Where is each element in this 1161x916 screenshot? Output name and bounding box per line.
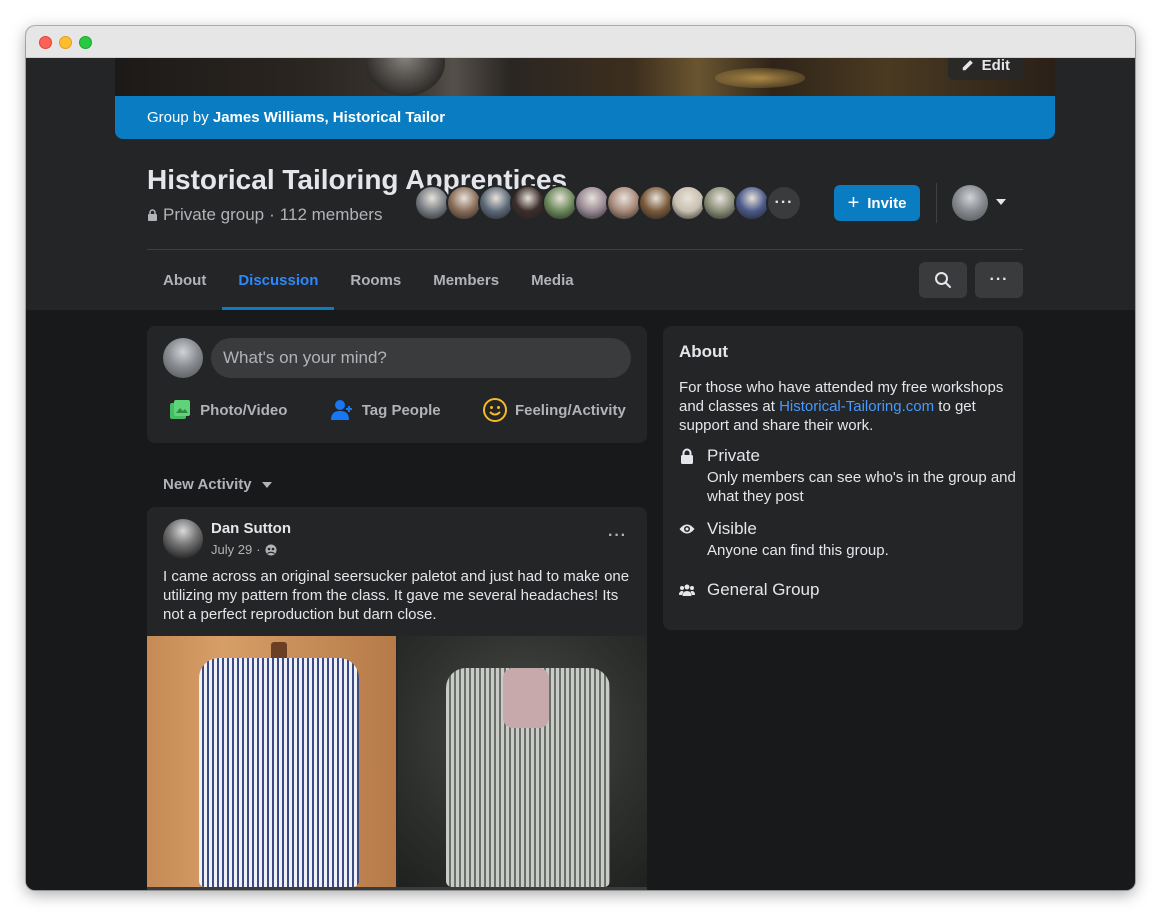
member-avatar[interactable] xyxy=(638,185,674,221)
invite-label: Invite xyxy=(867,194,907,212)
more-icon: ··· xyxy=(989,271,1009,288)
member-avatar[interactable] xyxy=(574,185,610,221)
avatar[interactable] xyxy=(163,338,203,378)
about-visible: Visible Anyone can find this group. xyxy=(679,519,889,560)
feeling-activity-label: Feeling/Activity xyxy=(514,401,626,419)
member-avatar[interactable] xyxy=(702,185,738,221)
tag-people-label: Tag People xyxy=(361,401,441,419)
member-avatar-stack[interactable]: ··· xyxy=(414,185,802,221)
post-date-separator: · xyxy=(256,542,261,557)
feed-post: Dan Sutton July 29 · ··· I came across a… xyxy=(147,507,647,890)
private-title: Private xyxy=(707,446,760,465)
visible-title: Visible xyxy=(707,519,757,538)
more-members-button[interactable]: ··· xyxy=(766,185,802,221)
visible-subtitle: Anyone can find this group. xyxy=(707,542,889,559)
group-by-prefix: Group by xyxy=(147,109,209,126)
member-avatar[interactable] xyxy=(478,185,514,221)
post-meta: July 29 · xyxy=(211,542,277,557)
header-divider xyxy=(936,183,937,223)
tab-discussion[interactable]: Discussion xyxy=(222,258,335,310)
cover-photo-highlight xyxy=(715,68,805,88)
post-photo[interactable] xyxy=(398,636,647,887)
group-tabs: About Discussion Rooms Members Media xyxy=(147,258,590,310)
member-avatar[interactable] xyxy=(542,185,578,221)
tab-members[interactable]: Members xyxy=(417,258,515,310)
photo-icon xyxy=(170,400,191,419)
general-group-title: General Group xyxy=(707,580,820,599)
post-photos xyxy=(147,636,647,887)
seersucker-jacket xyxy=(199,658,359,887)
people-icon xyxy=(679,584,695,596)
post-body: I came across an original seersucker pal… xyxy=(163,568,630,623)
feeling-icon xyxy=(482,398,507,422)
lock-icon xyxy=(681,448,693,464)
search-icon xyxy=(935,272,951,288)
group-member-count[interactable]: 112 members xyxy=(280,205,383,225)
more-options-button[interactable]: ··· xyxy=(975,262,1023,298)
tabs-divider xyxy=(147,249,1023,250)
group-meta: Private group · 112 members xyxy=(147,205,382,225)
about-card: About For those who have attended my fre… xyxy=(663,326,1023,630)
member-avatar[interactable] xyxy=(446,185,482,221)
edit-cover-label: Edit xyxy=(981,58,1010,74)
meta-separator: · xyxy=(269,205,275,224)
about-heading: About xyxy=(679,342,729,361)
chevron-down-icon[interactable] xyxy=(996,199,1006,205)
eye-icon xyxy=(679,524,695,534)
member-avatar[interactable] xyxy=(606,185,642,221)
browser-window: Edit Group by James Williams, Historical… xyxy=(26,26,1135,890)
invite-button[interactable]: + Invite xyxy=(834,185,920,221)
search-button[interactable] xyxy=(919,262,967,298)
tab-about[interactable]: About xyxy=(147,258,222,310)
group-by-banner: Group by James Williams, Historical Tail… xyxy=(115,96,1055,139)
website-link[interactable]: Historical-Tailoring.com xyxy=(779,398,934,415)
photo-video-label: Photo/Video xyxy=(200,401,288,419)
feed-sort-dropdown[interactable]: New Activity xyxy=(163,476,272,493)
post-date[interactable]: July 29 xyxy=(211,542,252,557)
about-description: For those who have attended my free work… xyxy=(679,378,1009,435)
group-privacy[interactable]: Private group xyxy=(163,205,264,225)
feed-sort-label: New Activity xyxy=(163,476,252,493)
close-window-button[interactable] xyxy=(39,36,52,49)
cover-photo: Edit xyxy=(115,58,1055,96)
about-private: Private Only members can see who's in th… xyxy=(679,446,1023,506)
lock-icon xyxy=(148,209,157,221)
member-avatar[interactable] xyxy=(670,185,706,221)
tag-people-button[interactable]: Tag People xyxy=(330,398,441,422)
member-avatar[interactable] xyxy=(414,185,450,221)
post-input[interactable]: What's on your mind? xyxy=(211,338,631,378)
tab-media[interactable]: Media xyxy=(515,258,590,310)
group-owner-link[interactable]: James Williams, Historical Tailor xyxy=(213,109,445,126)
avatar[interactable] xyxy=(163,519,203,559)
more-photos-strip[interactable] xyxy=(147,887,647,890)
caret-down-icon xyxy=(261,481,272,488)
private-subtitle: Only members can see who's in the group … xyxy=(707,469,1016,505)
photo-video-button[interactable]: Photo/Video xyxy=(168,398,287,422)
post-composer: What's on your mind? Photo/Video Tag Peo… xyxy=(147,326,647,443)
pencil-icon xyxy=(962,60,973,71)
minimize-window-button[interactable] xyxy=(59,36,72,49)
maximize-window-button[interactable] xyxy=(79,36,92,49)
post-photo[interactable] xyxy=(147,636,396,887)
page-viewport: Edit Group by James Williams, Historical… xyxy=(26,58,1135,890)
member-avatar[interactable] xyxy=(734,185,770,221)
post-author[interactable]: Dan Sutton xyxy=(211,520,291,537)
member-avatar[interactable] xyxy=(510,185,546,221)
jacket-lining xyxy=(503,668,549,728)
feeling-activity-button[interactable]: Feeling/Activity xyxy=(482,398,626,422)
tab-rooms[interactable]: Rooms xyxy=(334,258,417,310)
post-options-button[interactable]: ··· xyxy=(608,527,627,545)
group-audience-icon xyxy=(265,544,277,555)
window-titlebar xyxy=(26,26,1135,58)
about-general-group: General Group xyxy=(679,580,819,600)
plus-icon: + xyxy=(847,192,860,214)
cover-photo-detail xyxy=(365,58,445,96)
avatar[interactable] xyxy=(952,185,988,221)
tag-people-icon xyxy=(330,400,352,420)
edit-cover-button[interactable]: Edit xyxy=(947,58,1023,80)
